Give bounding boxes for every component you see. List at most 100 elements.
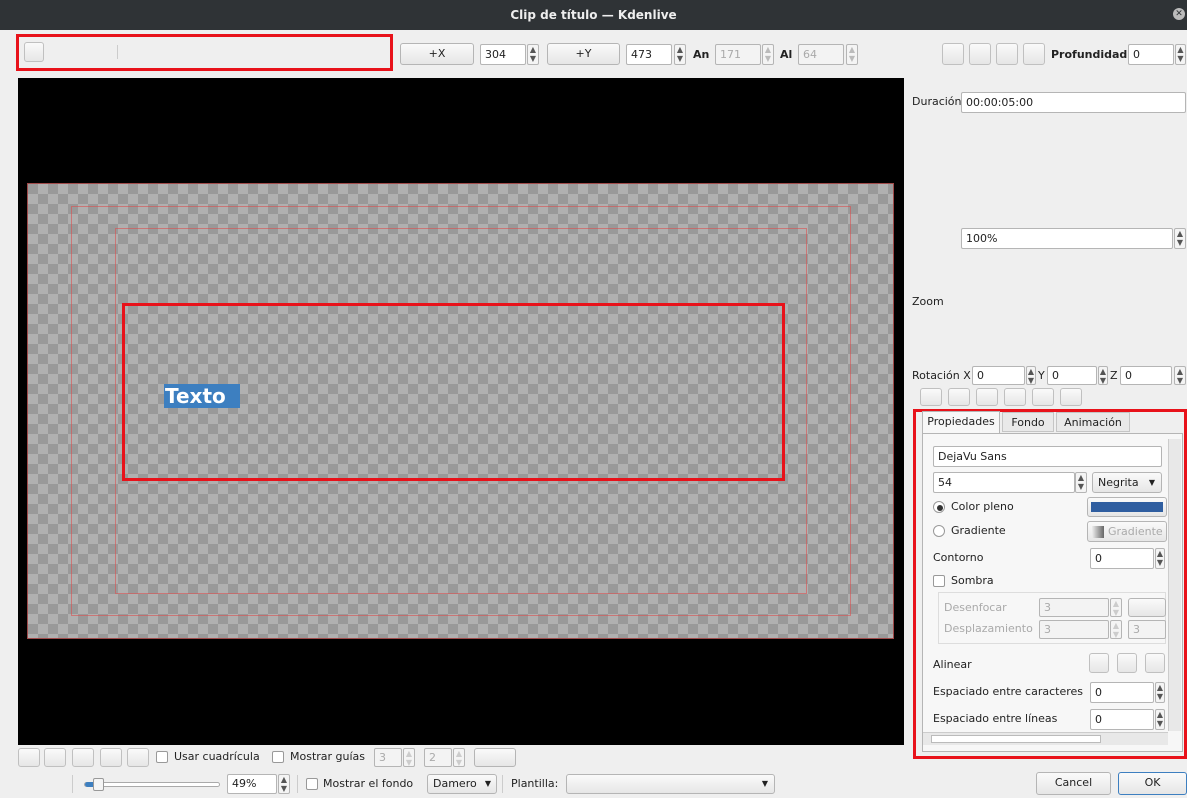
horizontal-scroll-thumb[interactable]	[931, 735, 1101, 743]
chevron-down-icon: ▼	[484, 779, 491, 788]
shadow-color-button	[1128, 598, 1166, 617]
ok-button-label: OK	[1144, 776, 1161, 789]
bottom-tool-5-icon[interactable]	[127, 748, 149, 767]
guides-v-input: 2	[424, 748, 452, 767]
guides-v-spin: ▲ ▼	[453, 748, 465, 767]
title-canvas[interactable]: Texto	[18, 78, 904, 745]
top-icon[interactable]	[996, 43, 1018, 65]
ok-button[interactable]: OK	[1118, 772, 1187, 795]
depth-input[interactable]: 0	[1128, 44, 1174, 65]
toolbar-highlight	[16, 34, 393, 71]
align-tool-4-icon[interactable]	[1004, 388, 1026, 406]
width-spin: ▲ ▼	[762, 44, 774, 65]
bottom-tool-1-icon[interactable]	[18, 748, 40, 767]
align-left-icon[interactable]	[1089, 653, 1109, 673]
shadow-label: Sombra	[951, 574, 994, 587]
cancel-button-label: Cancel	[1054, 776, 1093, 789]
grid-checkbox[interactable]	[156, 751, 168, 763]
font-size-spin[interactable]: ▲ ▼	[1075, 472, 1087, 493]
font-weight-dropdown[interactable]: Negrita ▼	[1092, 472, 1162, 493]
raise-icon[interactable]	[942, 43, 964, 65]
align-tool-2-icon[interactable]	[948, 388, 970, 406]
tab-fondo[interactable]: Fondo	[1002, 412, 1054, 432]
zoom-slider-handle[interactable]	[93, 778, 104, 791]
toolbar-separator	[117, 45, 118, 59]
guides-color-button	[474, 748, 516, 767]
height-spin: ▲ ▼	[846, 44, 858, 65]
select-tool-icon[interactable]	[24, 42, 44, 62]
rotation-z-input[interactable]: 0	[1120, 366, 1172, 385]
bottom-tool-2-icon[interactable]	[44, 748, 66, 767]
rotation-y-label: Y	[1038, 369, 1045, 382]
chevron-down-icon: ▼	[761, 779, 768, 788]
offset-x-spin: ▲ ▼	[1110, 620, 1122, 639]
lower-icon[interactable]	[969, 43, 991, 65]
bottom-icon[interactable]	[1023, 43, 1045, 65]
rotation-x-input[interactable]: 0	[972, 366, 1025, 385]
zoom-slider-track[interactable]	[84, 778, 220, 791]
tab-fondo-label: Fondo	[1011, 416, 1045, 429]
x-spin[interactable]: ▲ ▼	[527, 44, 539, 65]
align-tool-1-icon[interactable]	[920, 388, 942, 406]
tab-animacion[interactable]: Animación	[1056, 412, 1130, 432]
rotation-y-input[interactable]: 0	[1047, 366, 1097, 385]
align-center-icon[interactable]	[1117, 653, 1137, 673]
align-tool-6-icon[interactable]	[1060, 388, 1082, 406]
outline-input[interactable]: 0	[1090, 548, 1154, 569]
tab-propiedades[interactable]: Propiedades	[922, 411, 1000, 433]
y-button[interactable]: +Y	[547, 43, 620, 65]
align-tool-3-icon[interactable]	[976, 388, 998, 406]
align-tool-5-icon[interactable]	[1032, 388, 1054, 406]
gradient-radio[interactable]	[933, 525, 945, 537]
width-label: An	[693, 48, 710, 61]
solid-color-label: Color pleno	[951, 500, 1014, 513]
zoom-input[interactable]: 100%	[961, 228, 1173, 249]
properties-content: DejaVu Sans 54 ▲ ▼ Negrita ▼ Color pleno G…	[922, 433, 1183, 752]
zoom-percent-input[interactable]: 49%	[227, 774, 277, 794]
rotation-x-spin[interactable]: ▲ ▼	[1026, 366, 1036, 385]
rotation-z-spin[interactable]: ▲ ▼	[1174, 366, 1186, 385]
font-size-input[interactable]: 54	[933, 472, 1075, 493]
letter-spacing-spin[interactable]: ▲ ▼	[1155, 682, 1165, 703]
outline-label: Contorno	[933, 551, 984, 564]
align-right-icon[interactable]	[1145, 653, 1165, 673]
close-icon[interactable]: ✕	[1173, 8, 1185, 20]
zoom-percent-spin[interactable]: ▲ ▼	[278, 774, 290, 794]
line-spacing-input[interactable]: 0	[1090, 709, 1154, 730]
separator-left	[72, 775, 73, 793]
font-family-input[interactable]: DejaVu Sans	[933, 446, 1162, 467]
template-dropdown[interactable]: ▼	[566, 774, 775, 794]
line-spacing-label: Espaciado entre líneas	[933, 712, 1058, 725]
line-spacing-spin[interactable]: ▲ ▼	[1155, 709, 1165, 730]
outline-spin[interactable]: ▲ ▼	[1155, 548, 1165, 569]
solid-color-radio[interactable]	[933, 501, 945, 513]
letter-spacing-input[interactable]: 0	[1090, 682, 1154, 703]
rotation-z-label: Z	[1110, 369, 1118, 382]
bottom-tool-3-icon[interactable]	[72, 748, 94, 767]
zoom-spin[interactable]: ▲ ▼	[1174, 228, 1186, 249]
guides-label: Mostrar guías	[290, 750, 366, 763]
vertical-scrollbar[interactable]	[1168, 439, 1181, 731]
font-weight-value: Negrita	[1098, 476, 1139, 489]
separator-right	[502, 775, 503, 793]
bottom-tool-4-icon[interactable]	[100, 748, 122, 767]
offset-y-input: 3	[1128, 620, 1166, 639]
solid-color-button[interactable]	[1087, 497, 1167, 517]
gradient-icon	[1092, 526, 1104, 538]
x-button[interactable]: +X	[400, 43, 474, 65]
cancel-button[interactable]: Cancel	[1036, 772, 1111, 795]
guides-h-spin: ▲ ▼	[403, 748, 415, 767]
show-bg-checkbox[interactable]	[306, 778, 318, 790]
guides-checkbox[interactable]	[272, 751, 284, 763]
gradient-label: Gradiente	[951, 524, 1006, 537]
y-position-input[interactable]: 473	[626, 44, 672, 65]
duration-input[interactable]: 00:00:05:00	[961, 92, 1186, 113]
x-position-input[interactable]: 304	[480, 44, 526, 65]
background-dropdown[interactable]: Damero ▼	[427, 774, 497, 794]
depth-spin[interactable]: ▲ ▼	[1175, 44, 1186, 65]
y-spin[interactable]: ▲ ▼	[674, 44, 686, 65]
rotation-y-spin[interactable]: ▲ ▼	[1098, 366, 1108, 385]
shadow-checkbox[interactable]	[933, 575, 945, 587]
horizontal-scrollbar[interactable]	[923, 732, 1168, 745]
text-item[interactable]: Texto	[164, 384, 240, 408]
